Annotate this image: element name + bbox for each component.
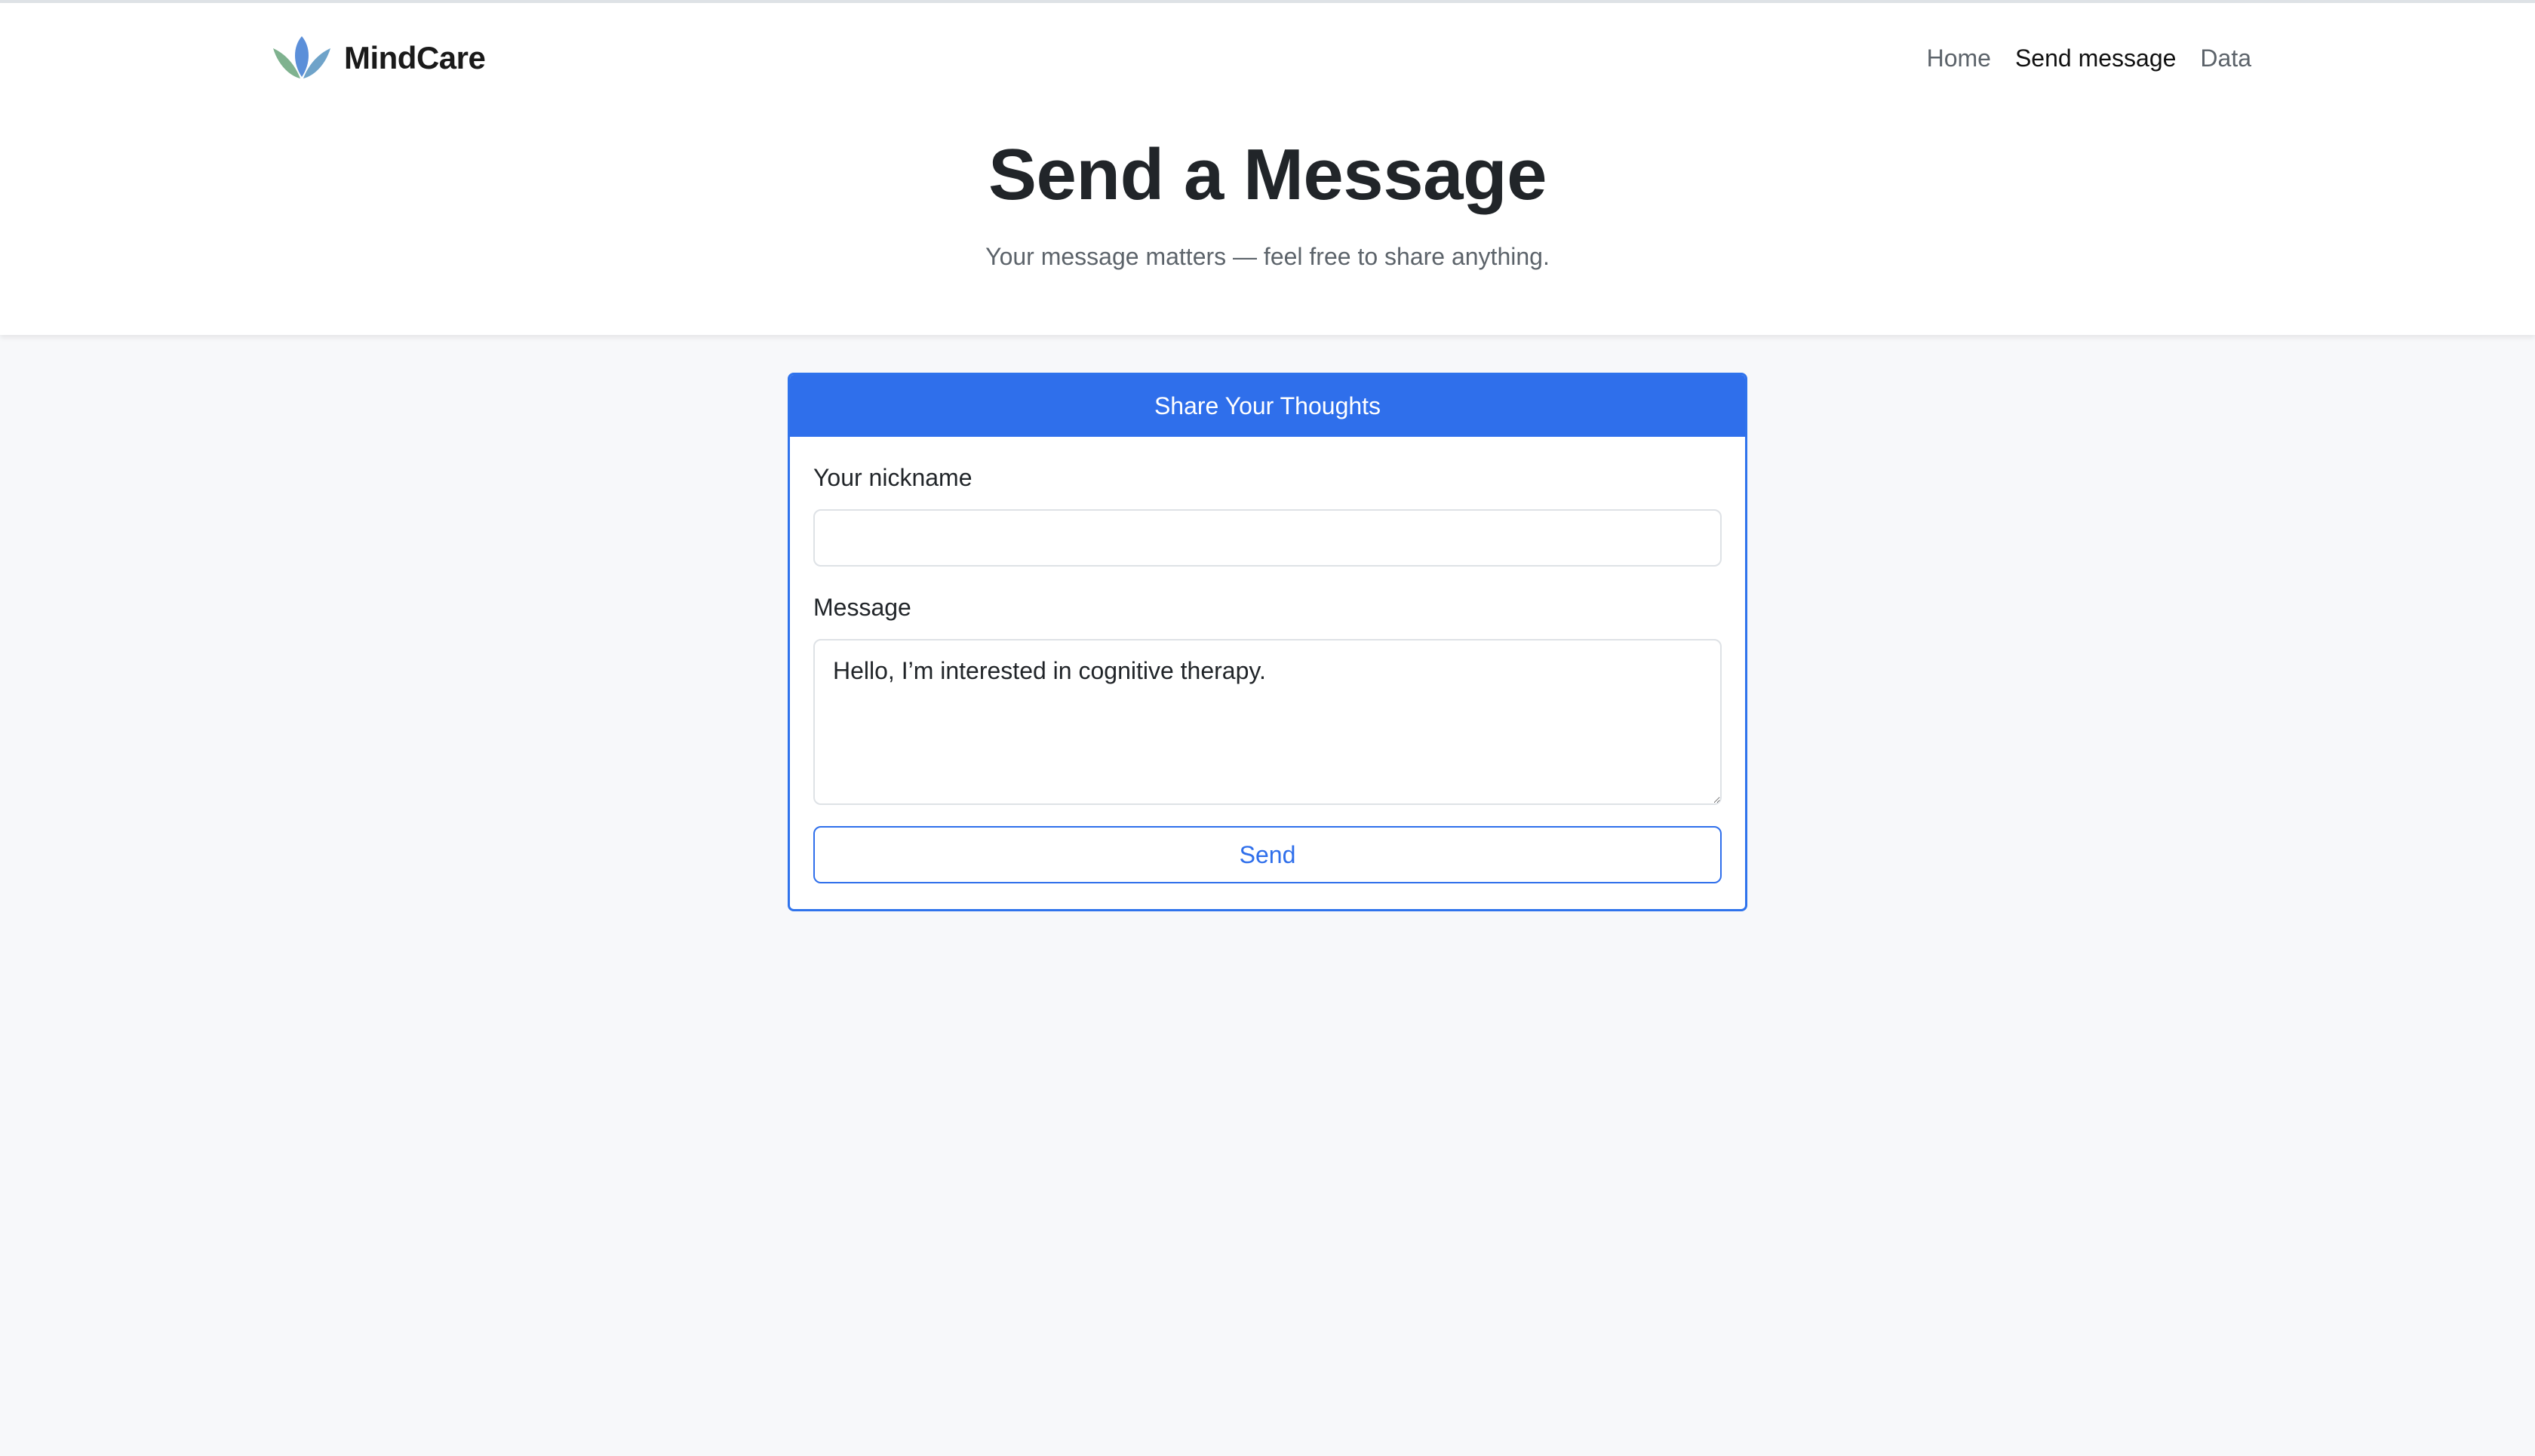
send-button[interactable]: Send xyxy=(813,826,1722,883)
nav-links: Home Send message Data xyxy=(1903,30,2251,86)
brand-name: MindCare xyxy=(344,40,486,75)
lotus-icon xyxy=(273,36,330,78)
nav-home[interactable]: Home xyxy=(1927,45,1991,72)
card-title: Share Your Thoughts xyxy=(790,375,1745,437)
page-header: MindCare Home Send message Data Send a M… xyxy=(0,3,2535,335)
nav-send-message[interactable]: Send message xyxy=(2015,45,2176,72)
message-textarea[interactable]: Hello, I’m interested in cognitive thera… xyxy=(813,639,1722,805)
nickname-label: Your nickname xyxy=(813,464,973,491)
nickname-input[interactable] xyxy=(813,509,1722,567)
page-subtitle: Your message matters — feel free to shar… xyxy=(985,243,1550,270)
nav-data[interactable]: Data xyxy=(2200,45,2251,72)
page-title: Send a Message xyxy=(988,134,1547,215)
brand-link[interactable]: MindCare xyxy=(270,30,486,86)
message-label: Message xyxy=(813,594,911,621)
navbar: MindCare Home Send message Data xyxy=(270,30,2251,86)
message-form-card: Share Your Thoughts Your nickname Messag… xyxy=(788,373,1747,911)
